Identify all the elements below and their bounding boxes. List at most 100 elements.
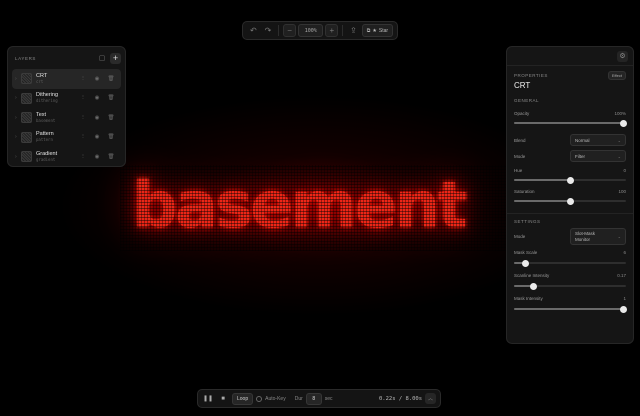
layer-list: › CRT crt ⋮ ◉ 🗑 › Dithering dithering ⋮ ◉ 🗑 › Text bas… [12, 69, 121, 167]
layers-panel-header: LAYERS ▢ + [12, 51, 121, 65]
drag-handle-icon[interactable]: ⋮ [76, 115, 90, 121]
properties-label: PROPERTIES [514, 72, 548, 78]
blend-value: Normal [575, 137, 590, 143]
add-layer-button[interactable]: + [110, 52, 121, 64]
zoom-out-icon[interactable]: − [283, 24, 296, 37]
mask-scale-slider[interactable] [514, 259, 626, 267]
star-icon: ★ [372, 27, 377, 34]
trash-icon[interactable]: 🗑 [104, 134, 118, 140]
mode-value: Filter [575, 153, 585, 159]
divider [507, 213, 633, 214]
trash-icon[interactable]: 🗑 [104, 154, 118, 160]
layer-row-crt[interactable]: › CRT crt ⋮ ◉ 🗑 [12, 69, 121, 89]
panel-toggle-icon[interactable]: ▢ [97, 53, 107, 63]
layer-thumbnail [21, 73, 32, 85]
slider-knob[interactable] [566, 197, 574, 205]
eye-icon[interactable]: ◉ [90, 115, 104, 121]
hue-slider[interactable] [514, 176, 626, 184]
slider-knob[interactable] [529, 282, 537, 290]
layer-thumbnail [21, 112, 32, 124]
loop-toggle[interactable]: Loop [232, 392, 254, 405]
eye-icon[interactable]: ◉ [90, 76, 104, 82]
export-icon[interactable]: ⇪ [347, 24, 360, 37]
auto-key-checkbox[interactable] [256, 395, 263, 402]
slider-fill [514, 308, 626, 310]
zoom-level[interactable]: 100% [297, 24, 324, 37]
layer-thumbnail [21, 92, 32, 104]
duration-input[interactable]: 8 [305, 392, 322, 405]
opacity-label: Opacity [514, 111, 530, 116]
slider-knob[interactable] [619, 119, 627, 127]
slider-track [514, 262, 626, 264]
crt-mode-select[interactable]: Slot-Mask Monitor ⌄ [570, 228, 626, 245]
eye-icon[interactable]: ◉ [90, 95, 104, 101]
properties-label-row: PROPERTIES Effect [507, 66, 633, 80]
mode-select[interactable]: Filter ⌄ [570, 150, 626, 162]
trash-icon[interactable]: 🗑 [104, 76, 118, 82]
crt-mode-value: Slot-Mask Monitor [575, 231, 618, 243]
layer-text: CRT crt [36, 73, 76, 85]
slider-knob[interactable] [566, 176, 574, 184]
opacity-row: Opacity 100% [507, 111, 633, 116]
trash-icon[interactable]: 🗑 [104, 115, 118, 121]
star-button-label: Star [378, 27, 389, 34]
layer-type: dithering [36, 98, 58, 104]
hue-label: Hue [514, 168, 523, 173]
top-toolbar: ↶ ↷ − 100% + ⇪ ⧉ ★ Star [242, 21, 398, 40]
layer-row-dithering[interactable]: › Dithering dithering ⋮ ◉ 🗑 [12, 89, 121, 109]
star-button[interactable]: ⧉ ★ Star [361, 24, 394, 37]
gear-icon[interactable]: ⚙ [617, 50, 628, 62]
blend-label: Blend [514, 137, 526, 143]
undo-icon[interactable]: ↶ [247, 24, 260, 37]
eye-icon[interactable]: ◉ [90, 154, 104, 160]
effect-name: CRT [514, 81, 531, 90]
mask-intensity-slider[interactable] [514, 305, 627, 313]
drag-handle-icon[interactable]: ⋮ [76, 95, 90, 101]
drag-handle-icon[interactable]: ⋮ [76, 134, 90, 140]
scanline-intensity-slider[interactable] [514, 282, 626, 290]
redo-icon[interactable]: ↷ [262, 24, 275, 37]
blend-row: Blend Normal ⌄ [507, 134, 633, 146]
mask-intensity-value: 1 [623, 296, 626, 301]
blend-select[interactable]: Normal ⌄ [570, 134, 626, 146]
pause-icon[interactable]: ❚❚ [202, 393, 214, 405]
saturation-slider[interactable] [514, 197, 626, 205]
stop-icon[interactable]: ■ [217, 393, 229, 405]
canvas-text-basement[interactable]: basement [132, 168, 512, 244]
saturation-label: Saturation [514, 189, 535, 194]
toolbar-divider [342, 25, 344, 36]
trash-icon[interactable]: 🗑 [104, 95, 118, 101]
playhead-time: 0.22s / 8.00s [378, 395, 422, 402]
layer-thumbnail [21, 131, 32, 143]
zoom-in-icon[interactable]: + [325, 24, 339, 37]
layer-row-gradient[interactable]: › Gradient gradient ⋮ ◉ 🗑 [12, 147, 121, 167]
layer-row-pattern[interactable]: › Pattern pattern ⋮ ◉ 🗑 [12, 128, 121, 148]
layer-text: Pattern pattern [36, 131, 76, 143]
drag-handle-icon[interactable]: ⋮ [76, 76, 90, 82]
layer-type: basement [36, 117, 56, 123]
scanline-intensity-row: Scanline Intensity 0.17 [507, 273, 633, 278]
chevron-up-icon[interactable]: ︿ [425, 393, 436, 404]
mode-row: Mode Filter ⌄ [507, 150, 633, 162]
chevron-down-icon: ⌄ [617, 137, 621, 143]
eye-icon[interactable]: ◉ [90, 134, 104, 140]
slider-fill [514, 122, 626, 124]
slider-knob[interactable] [619, 305, 627, 313]
slider-fill [514, 200, 570, 202]
layers-panel: LAYERS ▢ + › CRT crt ⋮ ◉ 🗑 › Dithering dithering… [7, 46, 126, 167]
properties-top-bar: ⚙ [507, 47, 633, 65]
crt-mode-value-line2: Monitor [575, 236, 591, 242]
layers-title: LAYERS [15, 55, 37, 61]
layer-type: gradient [36, 156, 56, 162]
layer-row-text[interactable]: › Text basement ⋮ ◉ 🗑 [12, 108, 121, 128]
duration-unit: sec [324, 395, 333, 402]
layer-type: pattern [36, 137, 53, 143]
slider-knob[interactable] [521, 259, 529, 267]
opacity-slider[interactable] [514, 119, 627, 127]
playback-bar: ❚❚ ■ Loop Auto-Key Dur 8 sec 0.22s / 8.0… [197, 389, 441, 408]
drag-handle-icon[interactable]: ⋮ [76, 154, 90, 160]
layer-type: crt [36, 78, 44, 84]
effect-badge: Effect [607, 70, 626, 80]
crt-mode-value-line1: Slot-Mask [575, 230, 596, 236]
mask-intensity-row: Mask Intensity 1 [507, 296, 633, 301]
